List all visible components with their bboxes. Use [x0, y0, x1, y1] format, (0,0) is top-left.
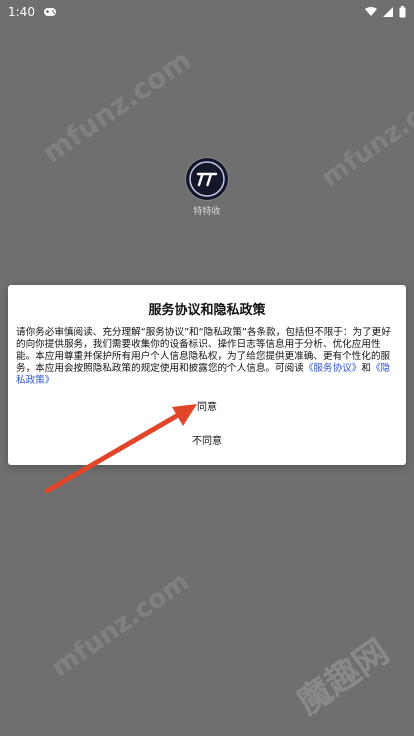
dialog-body: 请你务必审慎阅读、充分理解“服务协议”和“隐私政策”各条款，包括但不限于：为了更…: [16, 327, 398, 387]
status-bar: 1:40: [0, 0, 414, 24]
service-agreement-link[interactable]: 《服务协议》: [304, 363, 362, 374]
cellular-icon: [383, 7, 393, 17]
battery-icon: [399, 6, 406, 18]
watermark-logo: 魔趣网: [285, 625, 397, 724]
app-name: 特特收: [193, 207, 221, 217]
status-icons: [365, 6, 406, 18]
status-time: 1:40: [8, 5, 35, 19]
watermark-text: mfunz.com: [36, 43, 197, 170]
disagree-button[interactable]: 不同意: [178, 432, 236, 452]
watermark-logo-text: 魔趣网: [289, 631, 397, 724]
gamepad-icon: [43, 6, 57, 18]
agree-button[interactable]: 同意: [178, 398, 236, 418]
and-text: 和: [361, 363, 371, 374]
dialog-title: 服务协议和隐私政策: [148, 303, 266, 318]
wifi-icon: [365, 7, 377, 17]
app-logo-icon: [186, 158, 228, 200]
privacy-dialog: 服务协议和隐私政策 请你务必审慎阅读、充分理解“服务协议”和“隐私政策”各条款，…: [8, 285, 406, 465]
watermark-text: mfunz.com: [45, 566, 195, 684]
watermark-text: mfunz.com: [315, 76, 414, 194]
